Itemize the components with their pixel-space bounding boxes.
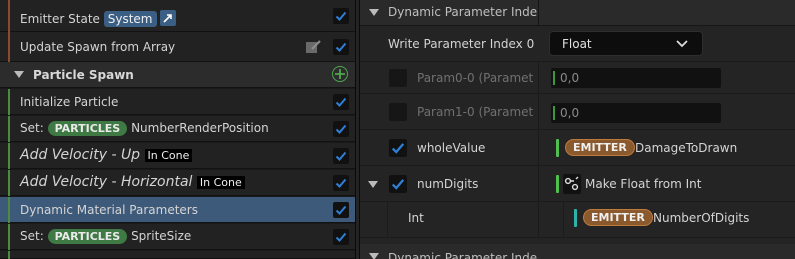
property-label: Write Parameter Index 0 [388,37,535,51]
property-row-num-digits: numDigits Make Float from Int [360,166,795,202]
category-header-dynamic-parameter[interactable]: Dynamic Parameter Inde [360,0,795,26]
module-stack-panel: Emitter State System Update Spawn from A… [0,0,355,259]
particles-namespace-pill: PARTICLES [47,121,128,136]
enable-checkbox[interactable] [333,8,349,24]
dynamic-input-icon[interactable] [563,174,581,194]
module-label: Add Velocity - Up [20,147,141,163]
module-row-dynamic-material-parameters[interactable]: Dynamic Material Parameters [0,197,355,223]
property-label: numDigits [417,177,479,191]
property-label: Param1-0 (Paramet [417,105,534,119]
module-accent [8,89,10,115]
enable-checkbox[interactable] [333,94,349,110]
indent-guide [387,202,388,238]
property-label: Param0-0 (Paramet [417,71,534,85]
module-accent [8,251,10,259]
enable-checkbox[interactable] [333,229,349,245]
section-particle-spawn[interactable]: Particle Spawn [0,62,355,88]
details-panel: Dynamic Parameter Inde Write Parameter I… [360,0,795,259]
emitter-namespace-pill[interactable]: EMITTER [565,139,635,156]
set-prefix: Set: [20,121,44,135]
column-separator [538,166,539,201]
column-separator [538,202,539,237]
module-row-add-velocity-horizontal[interactable]: Add Velocity - Horizontal In Cone [0,170,355,196]
param1-checkbox[interactable] [389,103,407,121]
write-parameter-dropdown[interactable]: Float [549,31,703,56]
field-value: 0,0 [560,71,580,85]
column-separator [538,94,539,129]
emitter-namespace-pill[interactable]: EMITTER [583,209,653,226]
module-row-set-sprite-size[interactable]: Set: PARTICLES SpriteSize [0,224,355,250]
whole-value-checkbox[interactable] [389,139,407,157]
module-accent [8,170,10,196]
property-row-int: Int EMITTER NumberOfDigits [360,202,795,238]
float-type-bar [553,106,555,120]
category-header-dynamic-parameter-2[interactable]: Dynamic Parameter Inde [360,244,795,259]
enable-checkbox[interactable] [333,175,349,191]
module-row-set-number-render-position[interactable]: Set: PARTICLES NumberRenderPosition [0,116,355,142]
category-label: Dynamic Parameter Inde [388,5,538,19]
set-prefix: Set: [20,229,44,243]
param1-value-field[interactable]: 0,0 [551,103,721,123]
type-indicator-bar [556,139,559,157]
edit-script-icon[interactable] [306,40,322,57]
property-row-whole-value: wholeValue EMITTER DamageToDrawn [360,130,795,166]
collapse-arrow-icon[interactable] [368,181,378,189]
module-accent [8,32,10,62]
category-label: Dynamic Parameter Inde [388,251,538,259]
column-separator [538,0,539,26]
module-row-update-spawn[interactable]: Update Spawn from Array [0,32,355,62]
module-accent [8,116,10,142]
system-badge: System [103,11,157,27]
module-accent [8,143,10,169]
field-value: 0,0 [560,106,580,120]
module-accent [8,197,10,223]
column-separator [538,62,539,93]
module-row-add-velocity-up[interactable]: Add Velocity - Up In Cone [0,143,355,169]
module-label: Initialize Particle [20,95,119,109]
property-label: Int [408,211,424,225]
module-label: Update Spawn from Array [20,40,176,54]
module-row-emitter-state[interactable]: Emitter State System [0,0,355,32]
module-accent [8,224,10,250]
module-label: Add Velocity - Horizontal [20,174,193,190]
collapse-arrow-icon[interactable] [14,71,24,79]
enable-checkbox[interactable] [333,148,349,164]
open-link-icon[interactable] [160,10,177,26]
add-module-icon[interactable] [332,66,348,82]
module-accent [8,0,10,32]
parameter-name: NumberRenderPosition [131,121,269,135]
property-label: wholeValue [417,141,486,155]
particles-namespace-pill: PARTICLES [47,229,128,244]
type-indicator-bar [574,209,577,227]
property-row-param0: Param0-0 (Paramet 0,0 [360,62,795,94]
enable-checkbox[interactable] [333,39,349,55]
linked-parameter-name[interactable]: NumberOfDigits [653,211,749,225]
splitter-grip[interactable] [356,0,359,259]
float-type-bar [553,71,555,85]
dropdown-value: Float [562,37,592,51]
module-row-partial [0,251,355,259]
property-row-write-parameter-index: Write Parameter Index 0 Float [360,26,795,62]
param0-value-field[interactable]: 0,0 [551,68,721,88]
section-label: Particle Spawn [33,68,134,82]
type-indicator-bar [556,175,559,193]
enable-checkbox[interactable] [333,202,349,218]
dynamic-input-name[interactable]: Make Float from Int [585,177,701,191]
linked-parameter-name[interactable]: DamageToDrawn [635,141,737,155]
indent-guide [563,202,564,238]
parameter-name: SpriteSize [131,229,192,243]
column-separator [538,130,539,165]
param0-checkbox[interactable] [389,69,407,87]
property-row-param1: Param1-0 (Paramet 0,0 [360,94,795,130]
collapse-arrow-icon[interactable] [369,253,379,259]
collapse-arrow-icon[interactable] [369,9,379,17]
mode-tag: In Cone [196,176,245,189]
enable-checkbox[interactable] [333,121,349,137]
module-label: Dynamic Material Parameters [20,203,198,217]
num-digits-checkbox[interactable] [389,175,407,193]
mode-tag: In Cone [144,149,193,162]
chevron-down-icon [676,40,688,48]
module-row-initialize-particle[interactable]: Initialize Particle [0,89,355,115]
module-label: Emitter State [20,12,100,26]
